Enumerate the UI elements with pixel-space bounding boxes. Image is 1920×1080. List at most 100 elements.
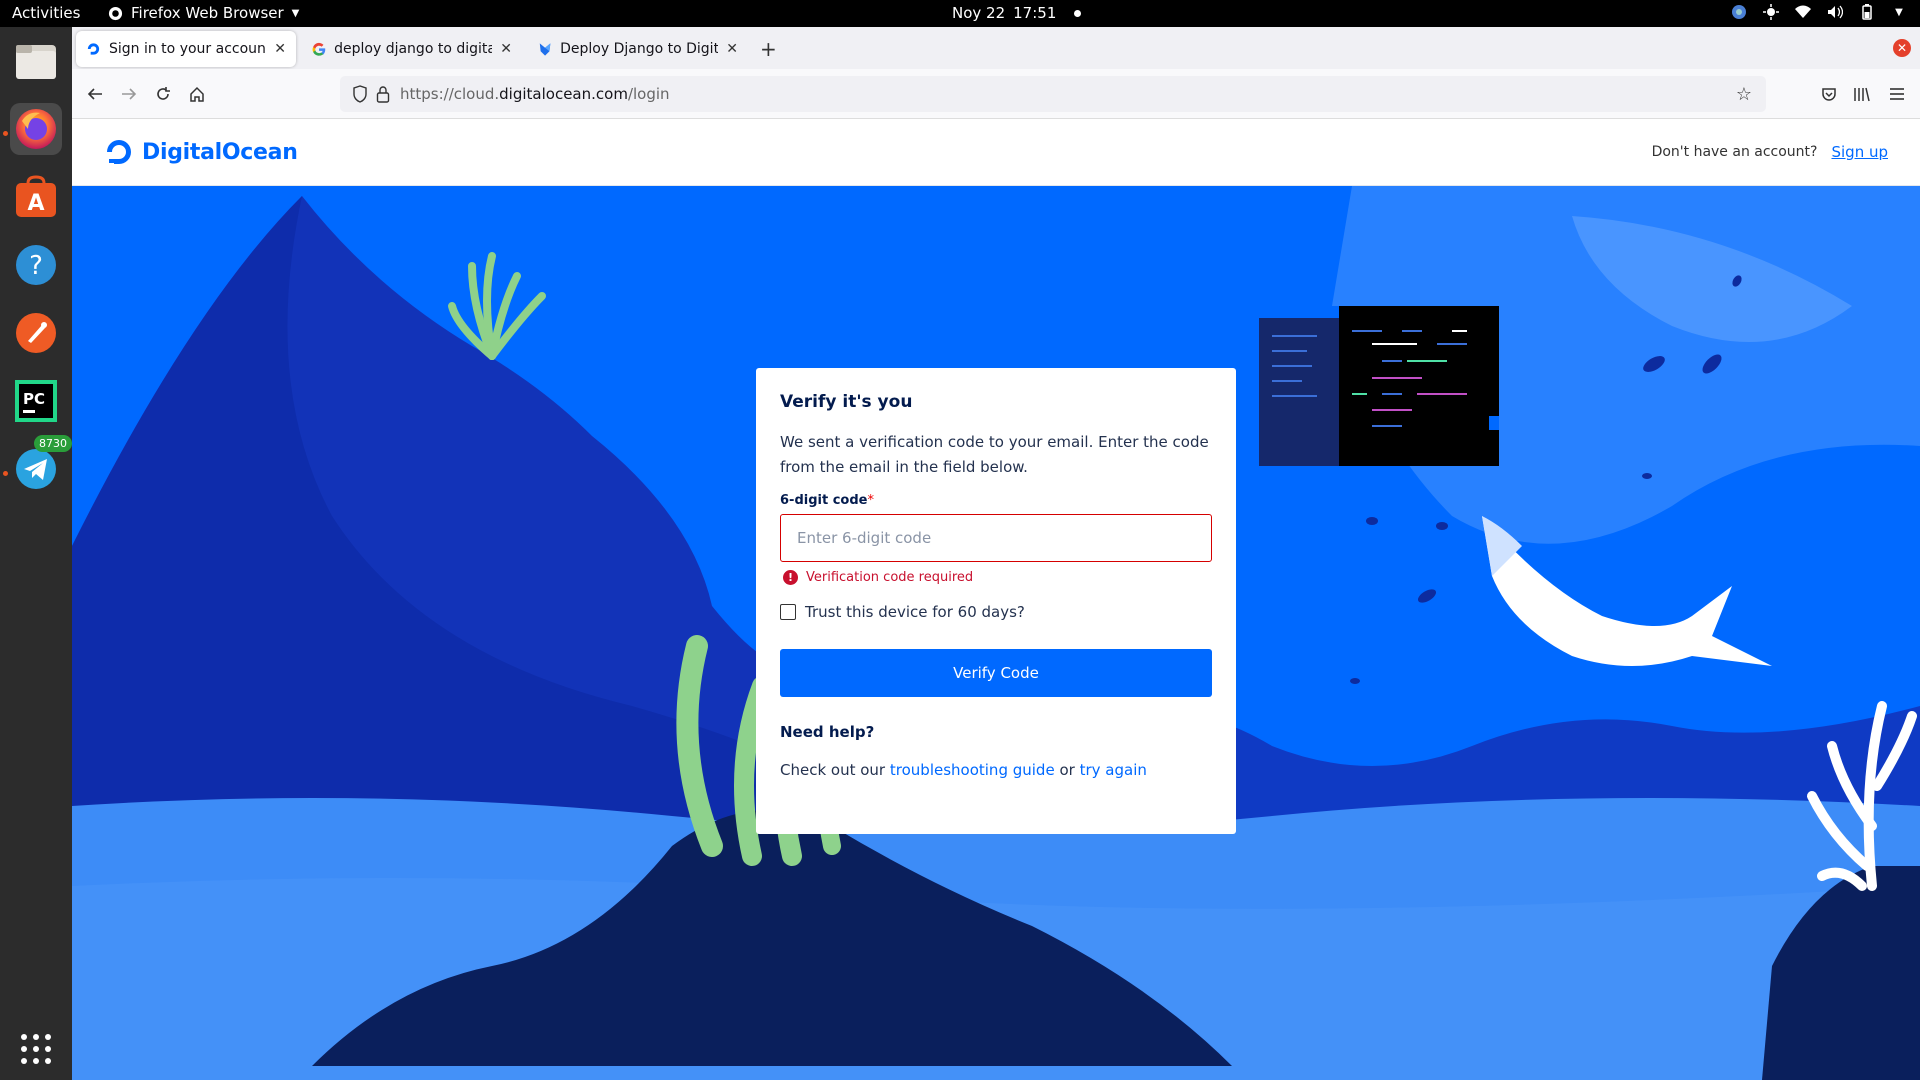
dock-pycharm[interactable]: PC [10, 375, 62, 427]
postman-icon [16, 313, 56, 353]
dock-postman[interactable] [10, 307, 62, 359]
system-tray[interactable]: ▼ [1730, 3, 1908, 21]
tab-title: deploy django to digitalo [334, 41, 493, 57]
system-menu-chevron-icon[interactable]: ▼ [1890, 3, 1908, 21]
clock[interactable]: Noy 22 17:51 [952, 4, 1082, 22]
code-screen-illustration [1259, 306, 1499, 466]
software-icon: A [16, 175, 56, 217]
digitalocean-favicon-icon [87, 43, 100, 55]
window-close-button[interactable]: ✕ [1893, 39, 1911, 57]
new-tab-button[interactable]: + [760, 37, 777, 61]
bookmark-star-icon[interactable]: ☆ [1736, 84, 1752, 105]
pocket-icon [1822, 88, 1836, 101]
signup-link[interactable]: Sign up [1831, 143, 1888, 161]
night-light-icon[interactable] [1762, 3, 1780, 21]
navigation-bar: https://cloud.digitalocean.com/login ☆ [72, 69, 1920, 119]
vpn-icon[interactable] [1730, 3, 1748, 21]
error-message: ! Verification code required [783, 570, 1212, 585]
dock-firefox[interactable] [10, 103, 62, 155]
brand-name: DigitalOcean [142, 139, 298, 165]
pocket-button[interactable] [1818, 83, 1840, 105]
pycharm-icon: PC [15, 380, 57, 422]
back-arrow-icon [87, 88, 102, 100]
page-content: DigitalOcean Don't have an account? Sign… [72, 119, 1920, 1080]
app-menu-label: Firefox Web Browser [131, 4, 284, 22]
url-text: https://cloud.digitalocean.com/login [400, 85, 670, 103]
verify-code-button[interactable]: Verify Code [780, 649, 1212, 697]
verification-code-input[interactable] [780, 514, 1212, 562]
battery-icon[interactable] [1858, 3, 1876, 21]
close-icon[interactable]: ✕ [274, 41, 286, 57]
site-header: DigitalOcean Don't have an account? Sign… [72, 119, 1920, 186]
clock-date: Noy 22 [952, 4, 1006, 22]
url-bar[interactable]: https://cloud.digitalocean.com/login ☆ [340, 76, 1766, 112]
tab-deploy-django[interactable]: Deploy Django to Digital ✕ [528, 31, 748, 67]
no-account-text: Don't have an account? [1651, 144, 1818, 160]
chevron-down-icon: ▼ [291, 7, 300, 19]
svg-text:?: ? [29, 251, 43, 281]
wifi-icon[interactable] [1794, 3, 1812, 21]
blog-favicon-icon [539, 42, 551, 56]
tab-title: Sign in to your account | D [108, 41, 267, 57]
dock: A ? PC 8730 [0, 27, 72, 1080]
firefox-running-indicator [3, 131, 8, 136]
svg-text:PC: PC [23, 390, 45, 408]
close-icon[interactable]: ✕ [726, 41, 738, 57]
forward-button[interactable] [118, 83, 140, 105]
back-button[interactable] [84, 83, 106, 105]
app-grid-icon [21, 1034, 51, 1064]
verify-card: Verify it's you We sent a verification c… [756, 368, 1236, 834]
dock-telegram[interactable]: 8730 [10, 435, 72, 495]
activities-button[interactable]: Activities [12, 4, 80, 22]
home-button[interactable] [186, 83, 208, 105]
digitalocean-logo-icon [107, 140, 131, 164]
app-menu[interactable]: Firefox Web Browser ▼ [108, 4, 299, 22]
dock-show-apps[interactable] [10, 1023, 62, 1075]
code-label: 6-digit code* [780, 493, 874, 508]
trust-device-label: Trust this device for 60 days? [805, 603, 1025, 621]
library-icon [1854, 87, 1870, 102]
svg-text:A: A [27, 191, 44, 216]
help-icon: ? [16, 245, 56, 285]
card-description: We sent a verification code to your emai… [780, 433, 1209, 476]
lock-icon[interactable] [376, 85, 390, 103]
firefox-icon [16, 109, 56, 149]
telegram-unread-badge: 8730 [34, 435, 72, 452]
volume-icon[interactable] [1826, 3, 1844, 21]
firefox-window: Sign in to your account | D ✕ deploy dja… [72, 27, 1920, 1080]
menu-button[interactable] [1886, 83, 1908, 105]
trust-device-checkbox[interactable] [780, 604, 796, 620]
files-icon [16, 45, 56, 79]
telegram-icon [16, 449, 56, 489]
trust-device-option[interactable]: Trust this device for 60 days? [780, 603, 1212, 621]
dock-files[interactable] [10, 35, 62, 87]
troubleshooting-guide-link[interactable]: troubleshooting guide [890, 761, 1055, 779]
notification-dot [1074, 9, 1082, 17]
reload-icon [157, 87, 170, 100]
firefox-small-icon [108, 6, 123, 20]
try-again-link[interactable]: try again [1080, 761, 1147, 779]
tracking-shield-icon[interactable] [352, 85, 368, 103]
tab-google-search[interactable]: deploy django to digitalo ✕ [302, 31, 522, 67]
tab-title: Deploy Django to Digital [560, 41, 719, 57]
tab-digitalocean-login[interactable]: Sign in to your account | D ✕ [76, 31, 296, 67]
dock-software[interactable]: A [10, 171, 62, 223]
home-icon [190, 86, 204, 102]
reload-button[interactable] [152, 83, 174, 105]
hamburger-menu-icon [1890, 88, 1904, 100]
clock-time: 17:51 [1013, 4, 1057, 22]
close-icon[interactable]: ✕ [500, 41, 512, 57]
library-button[interactable] [1851, 83, 1873, 105]
system-top-bar: Activities Firefox Web Browser ▼ Noy 22 … [0, 0, 1920, 27]
error-icon: ! [783, 570, 798, 585]
google-favicon-icon [312, 42, 326, 56]
dock-help[interactable]: ? [10, 239, 62, 291]
telegram-running-indicator [3, 471, 8, 476]
signup-prompt: Don't have an account? Sign up [1652, 143, 1888, 161]
help-heading: Need help? [780, 723, 875, 741]
tab-bar: Sign in to your account | D ✕ deploy dja… [72, 27, 1920, 69]
card-title: Verify it's you [780, 392, 913, 412]
forward-arrow-icon [122, 88, 137, 100]
digitalocean-logo[interactable]: DigitalOcean [104, 137, 298, 167]
error-text: Verification code required [806, 570, 974, 585]
